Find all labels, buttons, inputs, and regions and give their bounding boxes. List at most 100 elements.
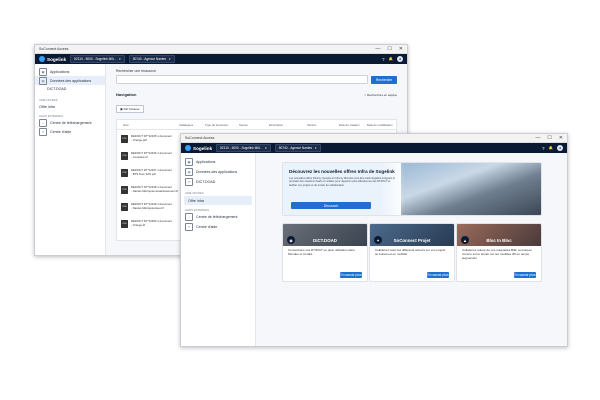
logo[interactable]: Sogelink xyxy=(185,145,212,151)
sidebar-item-offre-infra[interactable]: Offre infra xyxy=(35,102,105,111)
learn-more-button[interactable]: En savoir plus xyxy=(427,272,449,278)
file-sub: - BTS Free SAS.pdf xyxy=(131,171,156,176)
pdf-file-icon: PDF xyxy=(121,219,128,228)
learn-more-button[interactable]: En savoir plus xyxy=(514,272,536,278)
account-select[interactable]: 52110 - 5000 - Sogelink Mill... ▾ xyxy=(70,55,125,63)
card-text: Collaborez autour de vos maquettes BIM, … xyxy=(462,248,532,260)
pdf-file-icon: PDF xyxy=(121,168,128,177)
minimize-button[interactable]: — xyxy=(375,46,380,52)
card-image: ✦ SoConnect Projet xyxy=(370,224,454,246)
card-image: ◉ DICT.DOAD xyxy=(283,224,367,246)
file-sub: - Orange.pdf xyxy=(131,137,147,142)
agency-select[interactable]: 50740 - Agence Nantes ▾ xyxy=(274,144,321,152)
sidebar-item-dict[interactable]: ▭ DICT.DOAD xyxy=(181,177,255,186)
hero-title: Découvrez les nouvelles offres Infra de … xyxy=(289,169,395,174)
search-button[interactable]: Recherche xyxy=(371,75,397,84)
help-icon[interactable]: ? xyxy=(542,146,545,151)
table-header: Nom Catalogues Type de document Source D… xyxy=(117,120,396,130)
sidebar: ▦ Applications ▤ Données des applications … xyxy=(35,64,106,255)
sidebar: ▦ Applications ▤ Données des applications … xyxy=(181,153,256,346)
advanced-search-link[interactable]: ⌕ Recherches en équipe xyxy=(364,93,397,97)
close-button[interactable]: ✕ xyxy=(559,135,563,141)
hero-image xyxy=(401,163,541,215)
window-title: SoConnect Access xyxy=(185,136,215,140)
maximize-button[interactable]: ☐ xyxy=(387,46,391,52)
pdf-file-icon: PDF xyxy=(121,134,128,143)
file-sub: - Nantes Métropole assainissement.tif xyxy=(131,188,178,193)
agency-select[interactable]: 50740 - Agence Nantes ▾ xyxy=(128,55,175,63)
front-window: SoConnect Access — ☐ ✕ Sogelink 52110 - … xyxy=(180,133,568,347)
avatar[interactable]: ● xyxy=(557,145,563,151)
app-card: ◉ DICT.DOAD Conventions vos DT/DICT en ple… xyxy=(282,223,368,282)
col-created[interactable]: Date de création xyxy=(339,123,367,127)
sidebar-group-offers: AIDE OFFRES xyxy=(185,191,204,195)
account-select[interactable]: 52110 - 5000 - Sogelink Mill... ▾ xyxy=(216,144,271,152)
chevron-down-icon: ▾ xyxy=(265,146,267,150)
close-button[interactable]: ✕ xyxy=(399,46,403,52)
title-bar: SoConnect Access — ☐ ✕ xyxy=(181,134,567,143)
top-bar: Sogelink 52110 - 5000 - Sogelink Mill...… xyxy=(181,143,567,153)
sidebar-item-help-center[interactable]: ? Centre d'aide xyxy=(35,127,105,136)
col-source[interactable]: Source xyxy=(239,123,269,127)
card-title: SoConnect Projet xyxy=(393,238,431,243)
col-catalogues[interactable]: Catalogues xyxy=(179,123,205,127)
sidebar-item-help-center[interactable]: ? Centre d'aide xyxy=(181,222,255,232)
pdf-file-icon: PDF xyxy=(121,185,128,194)
pdf-file-icon: PDF xyxy=(121,202,128,211)
sidebar-item-app-data[interactable]: ▤ Données des applications xyxy=(35,76,105,85)
bell-icon[interactable]: 🔔 xyxy=(549,146,553,150)
sidebar-item-download-center[interactable]: ↓ Centre de téléchargement xyxy=(35,118,105,127)
sidebar-item-offre-infra[interactable]: Offre infra xyxy=(184,196,252,205)
search-input[interactable] xyxy=(116,75,368,84)
card-text: Collaborez avec les différents acteurs s… xyxy=(375,248,446,256)
help-circle-icon: ? xyxy=(185,223,193,231)
sidebar-item-applications[interactable]: ▦ Applications xyxy=(35,67,105,76)
col-version[interactable]: Version xyxy=(307,123,339,127)
grid-icon: ▦ xyxy=(39,67,47,76)
sidebar-item-applications[interactable]: ▦ Applications xyxy=(181,157,255,167)
download-icon: ↓ xyxy=(39,118,47,127)
bell-icon[interactable]: 🔔 xyxy=(389,57,393,61)
hero-text-panel: Découvrez les nouvelles offres Infra de … xyxy=(283,163,405,215)
sidebar-item-dict[interactable]: DICT.DOAD xyxy=(35,85,105,93)
grid-icon: ▦ xyxy=(185,158,193,166)
hero-text: Les nouvelles offres Infra by Geoptis et… xyxy=(289,177,395,187)
learn-more-button[interactable]: En savoir plus xyxy=(340,272,362,278)
app-card: ✦ SoConnect Projet Collaborez avec les dif… xyxy=(369,223,455,282)
logo-icon xyxy=(185,145,191,151)
search-label: Rechercher une ressource xyxy=(116,69,156,73)
help-circle-icon: ? xyxy=(39,127,47,136)
logo-icon xyxy=(39,56,45,62)
card-title: DICT.DOAD xyxy=(313,238,337,243)
app-card: ▲ Bloc In Bloc Collaborez autour de vos ma… xyxy=(456,223,542,282)
sidebar-item-app-data[interactable]: ▤ Données des applications xyxy=(181,167,255,177)
title-bar: SoConnect Access — ☐ ✕ xyxy=(35,45,407,54)
hero-banner: Découvrez les nouvelles offres Infra de … xyxy=(282,162,542,216)
avatar[interactable]: ● xyxy=(397,56,403,62)
logo[interactable]: Sogelink xyxy=(39,56,66,62)
col-type[interactable]: Type de document xyxy=(205,123,239,127)
folder-icon: ▤ xyxy=(39,76,47,85)
download-icon: ↓ xyxy=(185,213,193,221)
help-icon[interactable]: ? xyxy=(382,57,385,62)
chevron-down-icon: ▾ xyxy=(119,57,121,61)
folder-icon: ▤ xyxy=(185,168,193,176)
col-nom[interactable]: Nom xyxy=(123,123,179,127)
window-title: SoConnect Access xyxy=(39,47,69,51)
file-sub: - Orange.tif xyxy=(131,222,145,227)
minimize-button[interactable]: — xyxy=(535,135,540,141)
top-bar: Sogelink 52110 - 5000 - Sogelink Mill...… xyxy=(35,54,407,64)
col-modified[interactable]: Date de modification xyxy=(367,123,395,127)
file-sub: - Nantes Métropole Eau.tif xyxy=(131,205,164,210)
maximize-button[interactable]: ☐ xyxy=(547,135,551,141)
chevron-down-icon: ▾ xyxy=(315,146,317,150)
card-text: Conventions vos DT/DICT en plein utilisa… xyxy=(288,248,355,256)
main-content: Découvrez les nouvelles offres Infra de … xyxy=(256,153,567,346)
filter-chip[interactable]: ▣ Dirt Cleaner xyxy=(116,105,144,113)
card-title: Bloc In Bloc xyxy=(486,238,512,243)
discover-button[interactable]: Découvrir xyxy=(291,202,371,209)
sidebar-item-download-center[interactable]: ↓ Centre de téléchargement xyxy=(181,212,255,222)
section-title: Navigation xyxy=(116,92,137,97)
card-image: ▲ Bloc In Bloc xyxy=(457,224,541,246)
col-description[interactable]: Description xyxy=(269,123,307,127)
